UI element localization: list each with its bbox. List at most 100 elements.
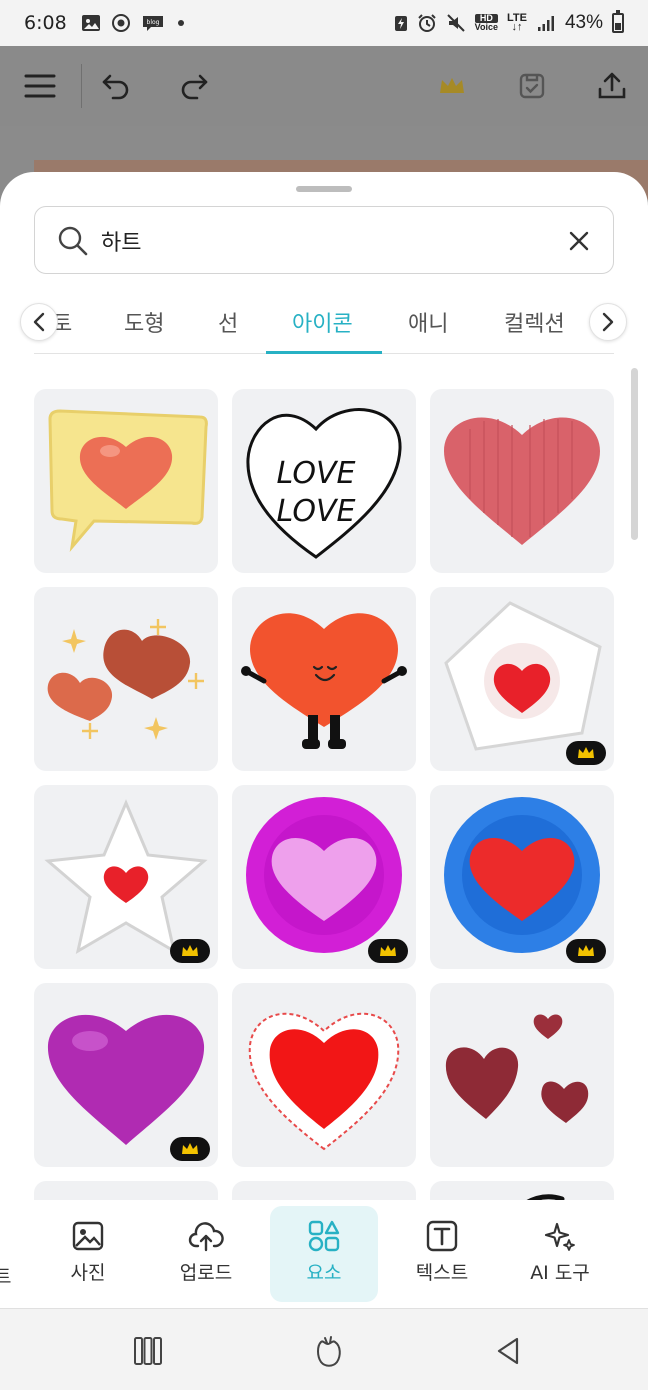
redo-button[interactable] [172,64,216,108]
drag-handle[interactable] [296,186,352,192]
chevron-left-icon [33,312,45,332]
result-tile[interactable] [430,1181,614,1201]
share-button[interactable] [590,64,634,108]
tabs-scroll-right-button[interactable] [589,303,627,341]
nav-item-photos[interactable]: 사진 [34,1206,142,1302]
sparkle-hearts-graphic [47,619,204,740]
redo-icon [181,74,208,100]
recents-button[interactable] [128,1333,168,1369]
signal-icon [537,16,554,31]
speech-bubble-heart-graphic [48,409,208,553]
close-icon [569,231,589,251]
search-icon [58,226,88,256]
result-tile[interactable] [430,587,614,771]
status-time: 6:08 [24,12,67,34]
crown-icon [578,945,594,956]
chevron-right-icon [602,312,614,332]
battery-icon [612,10,624,33]
result-tile[interactable] [430,389,614,573]
undo-button[interactable] [94,64,138,108]
partial-graphic [524,1194,565,1201]
result-tile[interactable] [430,785,614,969]
painted-red-hearts-graphic [445,1014,589,1123]
crown-icon [182,945,198,956]
target-icon [111,14,130,32]
nav-item-elements[interactable]: 요소 [270,1206,378,1302]
tab-icons[interactable]: 아이콘 [292,306,353,338]
elements-icon [308,1220,340,1252]
gallery-icon [81,15,100,31]
undo-icon [102,74,129,100]
recents-icon [134,1337,162,1365]
result-tile[interactable] [232,1181,416,1201]
blog-icon: blog [142,16,163,31]
power-icon [394,16,407,31]
results-scrollbar[interactable] [631,368,638,540]
result-tile[interactable] [430,983,614,1167]
nav-label: AI 도구 [530,1262,590,1284]
premium-badge [566,939,606,963]
bottom-nav: 트 사진 업로드 요소 텍스트 AI 도구 [0,1200,648,1308]
clear-search-button[interactable] [565,227,593,255]
tab-shapes[interactable]: 도형 [124,306,164,338]
premium-badge [170,1137,210,1161]
crown-icon [380,945,396,956]
nav-item-partial[interactable]: 트 [0,1262,11,1289]
result-tile[interactable]: LOVE LOVE [232,389,416,573]
nav-item-upload[interactable]: 업로드 [152,1206,260,1302]
nav-label: 사진 [70,1262,106,1284]
svg-text:blog: blog [146,19,159,26]
mute-icon [446,14,465,32]
nav-label: 요소 [306,1262,342,1284]
result-tile[interactable] [232,785,416,969]
results-grid: LOVE LOVE [34,389,614,1201]
toolbar-divider [81,64,82,108]
home-button[interactable] [308,1333,348,1369]
result-tile[interactable] [34,587,218,771]
category-tabs: 토 도형 선 아이콘 애니 컬렉션 [0,292,648,356]
share-icon [598,72,626,99]
status-bar: 6:08 blog HD Voice LTE ↓↑ 43% [0,0,648,46]
textured-red-heart-graphic [444,417,600,545]
crown-icon [440,78,464,93]
lte-icon: LTE ↓↑ [507,12,527,33]
premium-badge [368,939,408,963]
premium-badge [566,741,606,765]
tab-animations[interactable]: 애니 [408,306,448,338]
tab-lines[interactable]: 선 [218,306,238,338]
system-nav-bar [0,1308,648,1390]
crown-icon [182,1143,198,1154]
sparkle-icon [544,1222,575,1251]
premium-button[interactable] [430,64,474,108]
result-tile[interactable] [232,983,416,1167]
lace-red-heart-graphic [248,1012,400,1151]
back-button[interactable] [488,1333,528,1369]
result-tile[interactable] [34,389,218,573]
elements-panel: 토 도형 선 아이콘 애니 컬렉션 LOVE L [0,172,648,1312]
tab-collections[interactable]: 컬렉션 [504,306,565,338]
crown-icon [578,747,594,758]
save-button[interactable] [510,64,554,108]
back-icon [497,1337,519,1365]
result-tile[interactable] [34,785,218,969]
search-input[interactable] [101,221,551,261]
menu-button[interactable] [18,64,62,108]
smiling-heart-character-graphic [241,613,407,749]
premium-badge [170,939,210,963]
home-icon [317,1336,341,1367]
tabs-scroll-left-button[interactable] [20,303,58,341]
dot-icon [177,20,184,26]
love-text-1: LOVE [277,456,356,491]
result-tile[interactable] [34,983,218,1167]
hd-voice-icon: HD Voice [474,13,498,32]
photo-icon [72,1221,104,1251]
result-tile[interactable] [34,1181,218,1201]
nav-item-ai-tools[interactable]: AI 도구 [506,1206,614,1302]
alarm-icon [417,14,436,32]
nav-label: 업로드 [179,1262,233,1284]
editor-toolbar [0,46,648,126]
result-tile[interactable] [232,587,416,771]
nav-item-text[interactable]: 텍스트 [388,1206,496,1302]
battery-percent: 43% [564,12,603,33]
active-tab-indicator [266,351,382,354]
